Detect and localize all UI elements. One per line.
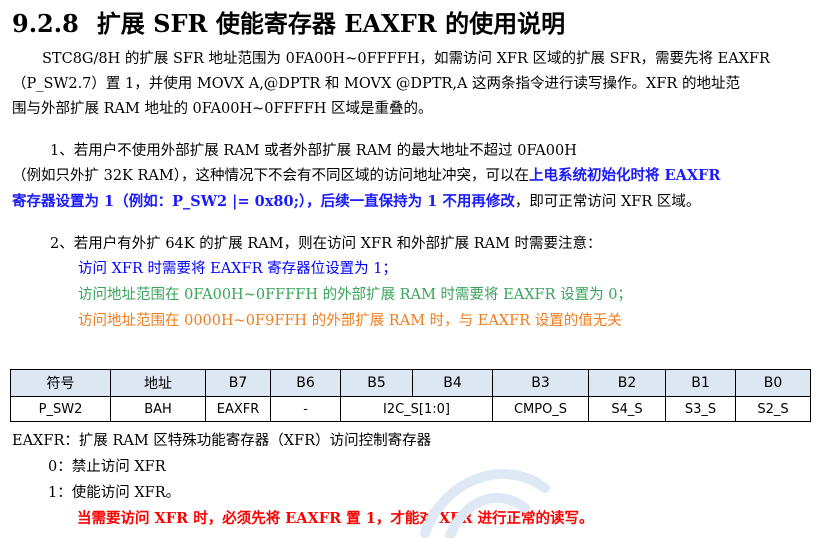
header-cell: B5 [340,369,413,397]
case1-line-2: （例如只外扩 32K RAM），这种情况下不会有不同区域的访问地址冲突，可以在上… [12,164,720,185]
case1-line-1: 1、若用户不使用外部扩展 RAM 或者外部扩展 RAM 的最大地址不超过 0FA… [50,143,577,159]
header-cell: B7 [205,369,271,397]
header-cell: 符号 [10,369,111,397]
intro-line-1: STC8G/8H 的扩展 SFR 地址范围为 0FA00H~0FFFFH，如需访… [42,51,770,67]
register-table: 符号 地址 B7 B6 B5 B4 B3 B2 B1 B0 P_SW2 BAH … [10,369,811,422]
cell-b2: S4_S [588,396,666,422]
case1-line-3: 寄存器设置为 1（例如：P_SW2 |= 0x80;），后续一直保持为 1 不用… [12,190,700,211]
cell-b7: EAXFR [205,396,271,422]
case1-line-3-text: ，即可正常访问 XFR 区域。 [514,194,701,210]
header-cell: B2 [588,369,666,397]
cell-b1: S3_S [665,396,736,422]
header-cell: B4 [412,369,493,397]
cell-b3: CMPO_S [492,396,589,422]
case2-line-1: 2、若用户有外扩 64K 的扩展 RAM，则在访问 XFR 和外部扩展 RAM … [50,236,602,252]
intro-line-3: 围与外部扩展 RAM 地址的 0FA00H~0FFFFH 区域是重叠的。 [12,101,433,117]
section-title: 扩展 SFR 使能寄存器 EAXFR 的使用说明 [96,9,566,38]
case1-highlight-start: 上电系统初始化时将 EAXFR [529,167,721,184]
cell-address: BAH [110,396,206,422]
eaxfr-option-1: 1：使能访问 XFR。 [48,485,181,501]
header-cell: B0 [735,369,811,397]
header-cell: 地址 [110,369,206,397]
cell-b0: S2_S [735,396,811,422]
eaxfr-description: EAXFR：扩展 RAM 区特殊功能寄存器（XFR）访问控制寄存器 [12,433,432,449]
header-cell: B6 [270,369,341,397]
section-heading: 9.2.8 扩展 SFR 使能寄存器 EAXFR 的使用说明 [12,4,565,39]
header-cell: B3 [492,369,589,397]
case2-note-high-range: 访问地址范围在 0FA00H~0FFFFH 的外部扩展 RAM 时需要将 EAX… [78,287,632,303]
table-row: P_SW2 BAH EAXFR - I2C_S[1:0] CMPO_S S4_S… [10,396,811,422]
header-cell: B1 [665,369,736,397]
case1-highlight-end: 寄存器设置为 1（例如：P_SW2 |= 0x80;），后续一直保持为 1 不用… [12,193,515,210]
section-number: 9.2.8 [12,9,79,38]
case2-note-xfr: 访问 XFR 时需要将 EAXFR 寄存器位设置为 1； [78,261,397,277]
case1-line-2-text: （例如只外扩 32K RAM），这种情况下不会有不同区域的访问地址冲突，可以在 [12,168,529,184]
eaxfr-warning: 当需要访问 XFR 时，必须先将 EAXFR 置 1，才能对 XFR 进行正常的… [77,510,594,527]
cell-symbol: P_SW2 [10,396,111,422]
register-table-header: 符号 地址 B7 B6 B5 B4 B3 B2 B1 B0 [10,369,811,397]
case2-note-low-range: 访问地址范围在 0000H~0F9FFH 的外部扩展 RAM 时，与 EAXFR… [78,313,622,329]
cell-b6: - [270,396,341,422]
cell-b5-b4: I2C_S[1:0] [340,396,493,422]
eaxfr-option-0: 0：禁止访问 XFR [48,459,166,475]
intro-line-2: （P_SW2.7）置 1，并使用 MOVX A,@DPTR 和 MOVX @DP… [12,76,740,92]
